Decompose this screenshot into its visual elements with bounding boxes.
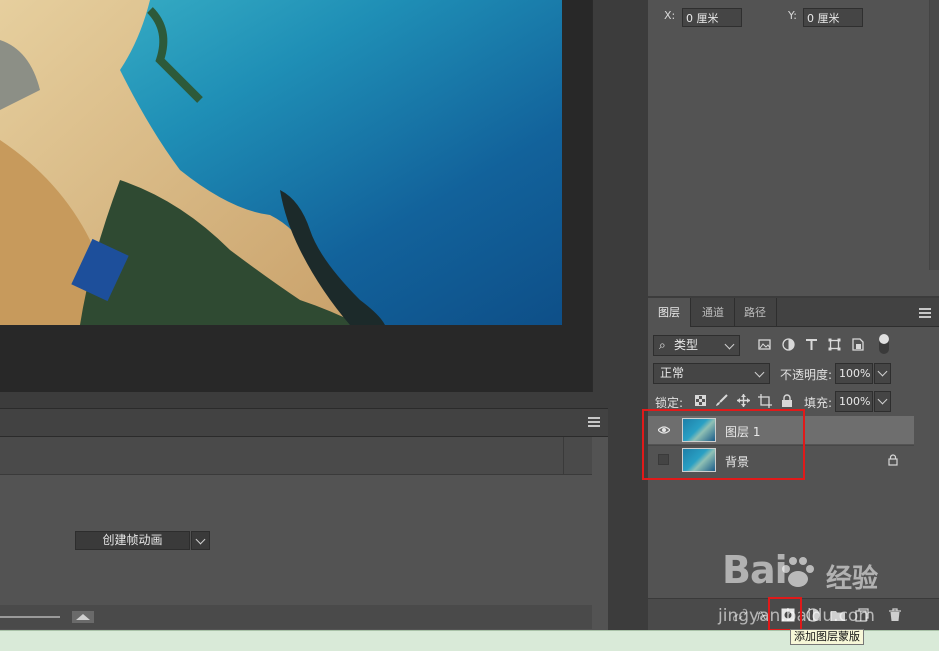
opacity-field[interactable]: 100% — [835, 363, 873, 384]
tab-layers[interactable]: 图层 — [648, 298, 691, 327]
svg-text:fx: fx — [756, 611, 767, 622]
canvas-vertical-scrollbar[interactable] — [592, 0, 608, 408]
tab-paths[interactable]: 路径 — [734, 298, 777, 327]
lock-position-move-icon[interactable] — [737, 394, 750, 407]
search-icon: ⌕ — [659, 338, 666, 352]
lock-all-icon[interactable] — [781, 394, 793, 407]
add-layer-mask-tooltip: 添加图层蒙版 — [790, 629, 864, 645]
x-label: X: — [664, 9, 676, 22]
aerial-coast-photo — [0, 0, 562, 325]
lock-image-pixels-brush-icon[interactable] — [715, 394, 728, 407]
create-frame-animation-button[interactable]: 创建帧动画 — [75, 531, 190, 550]
layer-kind-filter[interactable]: ⌕ 类型 — [653, 335, 740, 356]
new-group-folder-icon[interactable] — [831, 608, 845, 622]
timeline-zoom-slider[interactable] — [0, 616, 60, 618]
zoom-in-mountain-icon[interactable] — [72, 611, 94, 623]
lock-icon — [888, 454, 898, 466]
timeline-footer — [0, 605, 592, 629]
lock-transparent-pixels-icon[interactable] — [695, 395, 706, 406]
create-animation-dropdown-chevron-icon[interactable] — [191, 531, 210, 550]
type-layer-filter-icon[interactable] — [805, 338, 818, 351]
canvas-horizontal-scrollbar[interactable] — [0, 392, 608, 408]
trash-delete-layer-icon[interactable] — [888, 608, 902, 622]
document-canvas[interactable] — [0, 0, 592, 392]
layers-highlight-box — [642, 409, 805, 480]
properties-scrollbar[interactable] — [929, 0, 939, 270]
smart-object-filter-icon[interactable] — [851, 338, 864, 351]
adjustment-layer-filter-icon[interactable] — [782, 338, 795, 351]
timeline-track-bar — [0, 437, 592, 475]
timeline-panel: 创建帧动画 — [0, 408, 608, 630]
timeline-menu-icon[interactable] — [588, 417, 600, 427]
y-position-field[interactable] — [803, 8, 863, 27]
shape-layer-filter-icon[interactable] — [828, 338, 841, 351]
opacity-dropdown[interactable] — [874, 363, 891, 384]
fill-label: 填充: — [804, 396, 833, 410]
lock-artboard-icon[interactable] — [758, 394, 772, 408]
properties-panel: X: Y: — [648, 0, 939, 296]
layers-menu-icon[interactable] — [919, 308, 931, 318]
y-label: Y: — [788, 9, 797, 22]
fill-dropdown[interactable] — [874, 391, 891, 412]
layers-panel-tabs: 图层 通道 路径 — [648, 298, 939, 327]
chevron-down-icon — [877, 394, 888, 405]
chevron-down-icon — [754, 367, 765, 378]
fill-field[interactable]: 100% — [835, 391, 873, 412]
x-position-field[interactable] — [682, 8, 742, 27]
new-layer-icon[interactable] — [855, 608, 869, 622]
link-layers-icon[interactable] — [733, 608, 747, 622]
tab-channels[interactable]: 通道 — [692, 298, 735, 327]
blend-mode-dropdown[interactable]: 正常 — [653, 363, 770, 384]
chevron-down-icon — [724, 339, 735, 350]
right-panel-dock: X: Y: 图层 通道 路径 ⌕ 类型 正常 不透明度: 100% — [608, 0, 939, 630]
pixel-layer-filter-icon[interactable] — [758, 338, 771, 351]
blend-mode-value: 正常 — [660, 366, 685, 380]
layer-kind-filter-value: 类型 — [674, 338, 699, 352]
filter-toggle-switch[interactable] — [879, 334, 889, 354]
opacity-label: 不透明度: — [780, 368, 833, 382]
chevron-down-icon — [877, 366, 888, 377]
mask-button-highlight-box — [768, 597, 802, 631]
timeline-header — [0, 409, 608, 437]
adjustment-layer-icon[interactable] — [806, 608, 820, 622]
